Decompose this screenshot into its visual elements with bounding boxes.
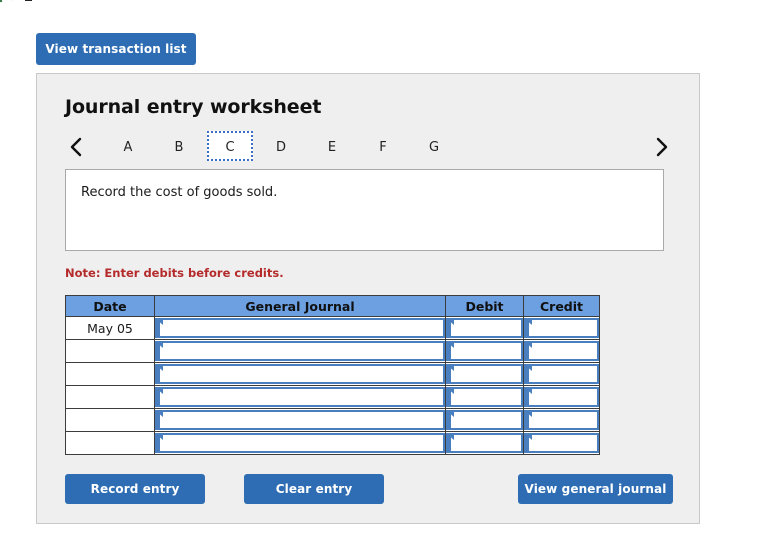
column-header-date: Date: [65, 295, 155, 317]
column-header-debit: Debit: [445, 295, 524, 317]
credit-input[interactable]: [524, 318, 599, 338]
general-journal-input[interactable]: [155, 318, 445, 338]
tab-f[interactable]: F: [360, 131, 406, 161]
credit-cell[interactable]: [523, 362, 600, 386]
debit-input[interactable]: [446, 433, 523, 453]
record-entry-button[interactable]: Record entry: [65, 474, 205, 504]
decorative-fragment-circle: [0, 0, 17, 11]
column-header-general-journal: General Journal: [154, 295, 446, 317]
table-row: [65, 408, 600, 432]
tab-b[interactable]: B: [156, 131, 202, 161]
credit-cell[interactable]: [523, 339, 600, 363]
general-journal-cell[interactable]: [154, 408, 446, 432]
tab-d[interactable]: D: [258, 131, 304, 161]
clear-entry-button[interactable]: Clear entry: [244, 474, 384, 504]
journal-entry-worksheet-panel: Journal entry worksheet A B C D E F G Re…: [36, 73, 700, 524]
date-cell[interactable]: [65, 408, 155, 432]
credit-input[interactable]: [524, 341, 599, 361]
general-journal-input[interactable]: [155, 364, 445, 384]
date-cell[interactable]: May 05: [65, 316, 155, 340]
general-journal-input[interactable]: [155, 341, 445, 361]
credit-cell[interactable]: [523, 408, 600, 432]
general-journal-cell[interactable]: [154, 316, 446, 340]
general-journal-input[interactable]: [155, 433, 445, 453]
credit-input[interactable]: [524, 433, 599, 453]
date-cell[interactable]: [65, 339, 155, 363]
page-title: Journal entry worksheet: [65, 96, 322, 118]
debit-cell[interactable]: [445, 316, 524, 340]
chevron-right-icon[interactable]: [651, 134, 673, 160]
debit-input[interactable]: [446, 387, 523, 407]
credit-input[interactable]: [524, 364, 599, 384]
column-header-credit: Credit: [523, 295, 600, 317]
general-journal-cell[interactable]: [154, 385, 446, 409]
credit-input[interactable]: [524, 387, 599, 407]
debit-input[interactable]: [446, 364, 523, 384]
instruction-box: Record the cost of goods sold.: [65, 169, 664, 251]
table-row: [65, 339, 600, 363]
decorative-fragment-block: [25, 0, 32, 1]
debit-cell[interactable]: [445, 431, 524, 455]
tab-e[interactable]: E: [309, 131, 355, 161]
general-journal-cell[interactable]: [154, 431, 446, 455]
view-transaction-list-button[interactable]: View transaction list: [36, 33, 196, 65]
debit-cell[interactable]: [445, 362, 524, 386]
table-row: [65, 431, 600, 455]
general-journal-input[interactable]: [155, 387, 445, 407]
debit-input[interactable]: [446, 341, 523, 361]
instruction-text: Record the cost of goods sold.: [81, 185, 278, 200]
general-journal-cell[interactable]: [154, 362, 446, 386]
table-row: [65, 385, 600, 409]
worksheet-tab-strip: A B C D E F G: [65, 131, 673, 165]
table-header-row: Date General Journal Debit Credit: [65, 295, 600, 317]
tab-g[interactable]: G: [411, 131, 457, 161]
debit-cell[interactable]: [445, 385, 524, 409]
general-journal-input[interactable]: [155, 410, 445, 430]
debit-cell[interactable]: [445, 408, 524, 432]
credit-cell[interactable]: [523, 431, 600, 455]
date-cell[interactable]: [65, 431, 155, 455]
debit-cell[interactable]: [445, 339, 524, 363]
credit-input[interactable]: [524, 410, 599, 430]
date-cell[interactable]: [65, 385, 155, 409]
debit-input[interactable]: [446, 318, 523, 338]
table-row: [65, 362, 600, 386]
debits-before-credits-note: Note: Enter debits before credits.: [65, 266, 284, 280]
general-journal-cell[interactable]: [154, 339, 446, 363]
table-row: May 05: [65, 316, 600, 340]
tab-a[interactable]: A: [105, 131, 151, 161]
journal-entry-table: Date General Journal Debit Credit May 05: [65, 295, 600, 455]
chevron-left-icon[interactable]: [65, 134, 87, 160]
view-general-journal-button[interactable]: View general journal: [518, 474, 673, 504]
debit-input[interactable]: [446, 410, 523, 430]
credit-cell[interactable]: [523, 385, 600, 409]
credit-cell[interactable]: [523, 316, 600, 340]
date-cell[interactable]: [65, 362, 155, 386]
tab-c[interactable]: C: [207, 131, 253, 161]
